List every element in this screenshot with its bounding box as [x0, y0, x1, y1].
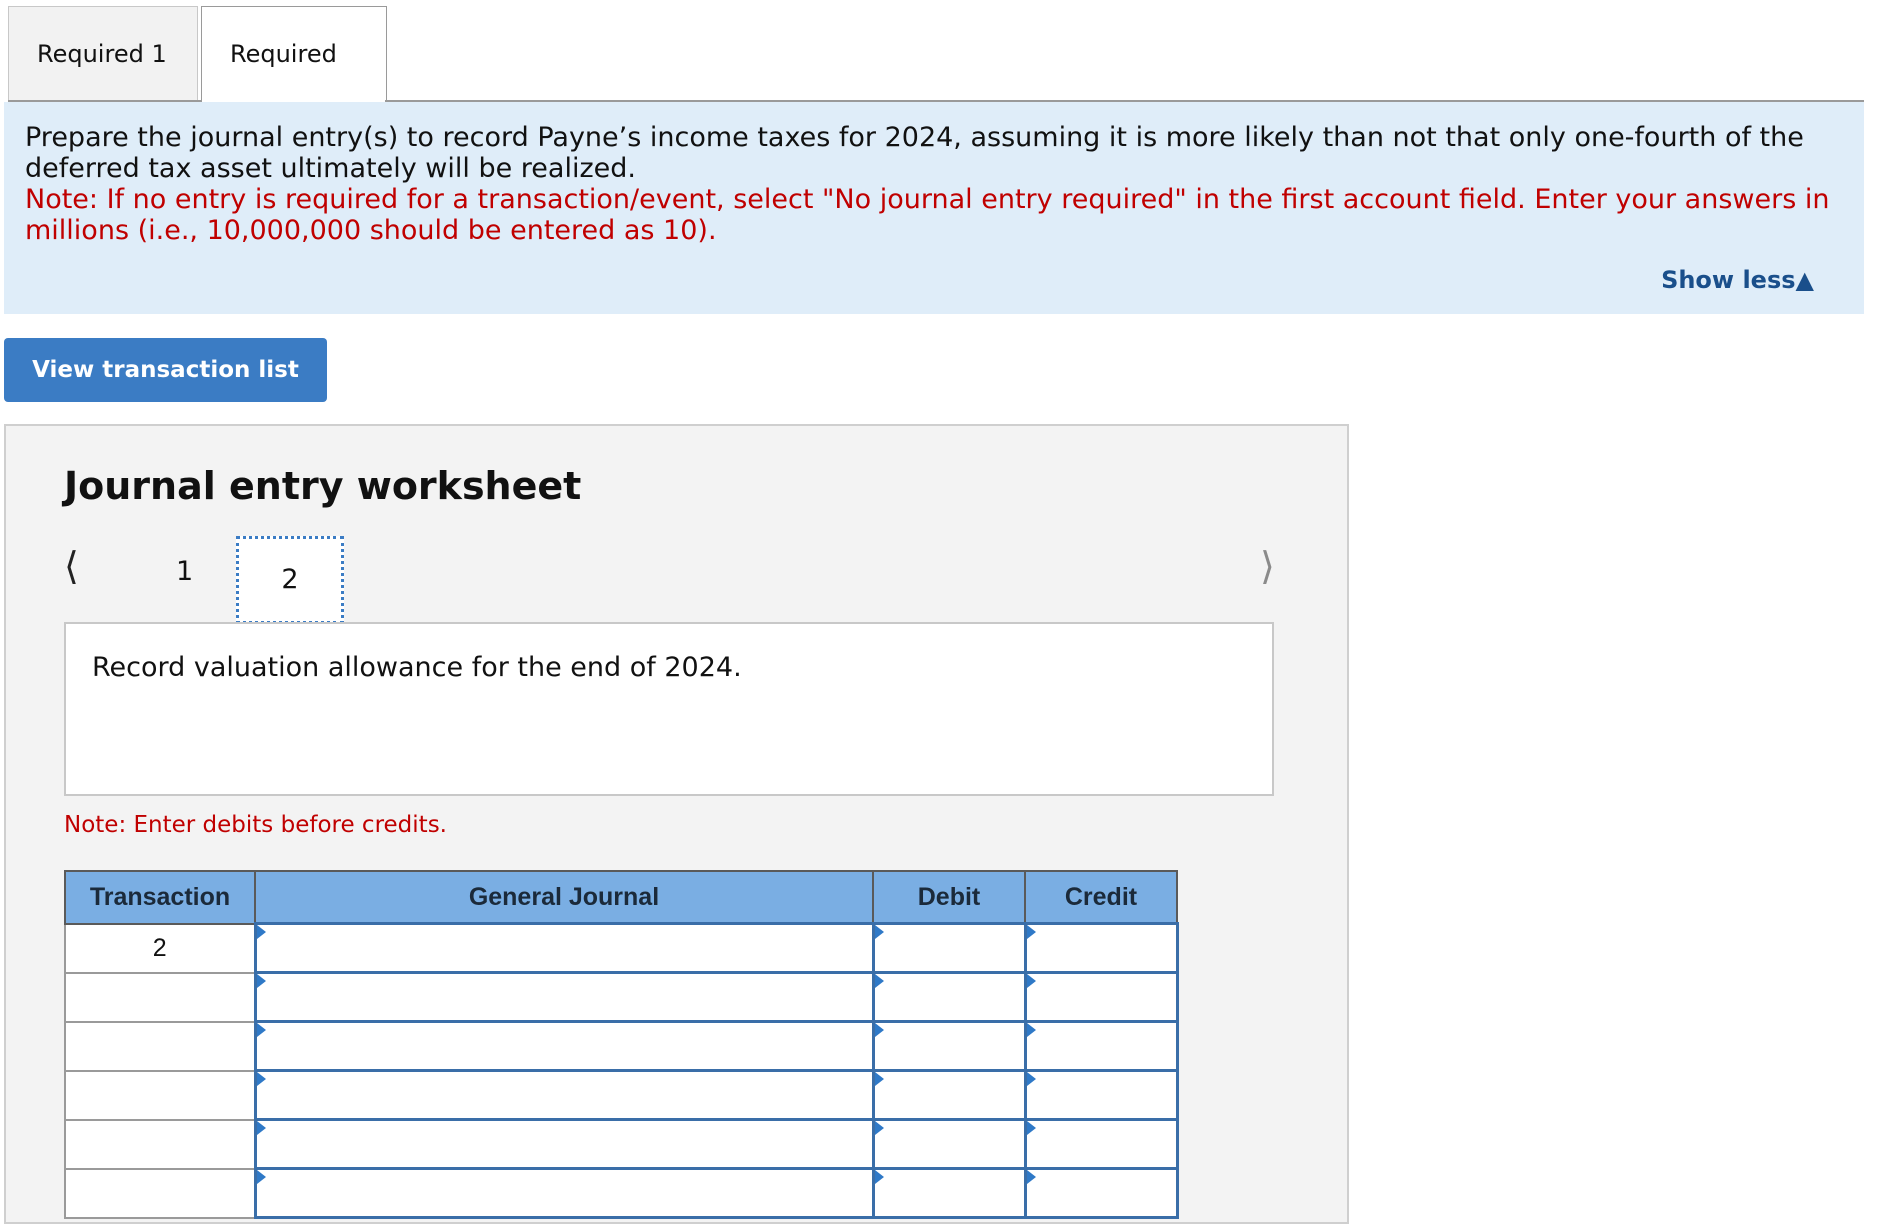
account-select[interactable]	[253, 1069, 875, 1121]
debit-input[interactable]	[871, 1069, 1027, 1121]
account-select[interactable]	[253, 1020, 875, 1072]
credit-input[interactable]	[1023, 971, 1179, 1023]
chevron-right-icon[interactable]: ⟩	[1260, 544, 1275, 588]
worksheet-title: Journal entry worksheet	[64, 464, 582, 508]
credit-input[interactable]	[1023, 1118, 1179, 1170]
transaction-cell	[64, 1167, 256, 1219]
tab-required-1[interactable]: Required 1	[8, 6, 198, 100]
table-row	[64, 1020, 1179, 1072]
account-select[interactable]	[253, 971, 875, 1023]
credit-input[interactable]	[1023, 1167, 1179, 1219]
account-select[interactable]	[253, 1167, 875, 1219]
tab-required-2[interactable]: Required 2	[201, 6, 387, 162]
transaction-cell	[64, 1020, 256, 1072]
account-select[interactable]	[253, 1118, 875, 1170]
journal-header-row: Transaction General Journal Debit Credit	[64, 870, 1178, 925]
transaction-cell	[64, 971, 256, 1023]
instructions-note: Note: If no entry is required for a tran…	[25, 184, 1830, 246]
header-credit: Credit	[1024, 870, 1178, 925]
credit-input[interactable]	[1023, 1020, 1179, 1072]
table-row	[64, 971, 1179, 1023]
debit-input[interactable]	[871, 1020, 1027, 1072]
view-transaction-list-button[interactable]: View transaction list	[4, 338, 327, 402]
credit-input[interactable]	[1023, 922, 1179, 974]
transaction-description: Record valuation allowance for the end o…	[64, 622, 1274, 796]
debit-credit-note: Note: Enter debits before credits.	[64, 812, 447, 838]
journal-table: Transaction General Journal Debit Credit…	[64, 870, 1179, 1219]
transaction-cell: 2	[64, 922, 256, 974]
credit-input[interactable]	[1023, 1069, 1179, 1121]
page-1-button[interactable]: 1	[176, 556, 193, 587]
instructions-panel: Prepare the journal entry(s) to record P…	[4, 102, 1864, 314]
triangle-up-icon: ▲	[1795, 266, 1814, 294]
transaction-cell	[64, 1069, 256, 1121]
header-debit: Debit	[872, 870, 1026, 925]
header-general-journal: General Journal	[254, 870, 874, 925]
debit-input[interactable]	[871, 1167, 1027, 1219]
question-text: Prepare the journal entry(s) to record P…	[25, 122, 1804, 184]
account-select[interactable]	[253, 922, 875, 974]
transaction-cell	[64, 1118, 256, 1170]
table-row	[64, 1069, 1179, 1121]
table-row	[64, 1118, 1179, 1170]
table-row: 2	[64, 922, 1179, 974]
debit-input[interactable]	[871, 922, 1027, 974]
page-2-button[interactable]: 2	[236, 536, 344, 624]
chevron-left-icon[interactable]: ⟨	[64, 544, 79, 588]
header-transaction: Transaction	[64, 870, 256, 925]
debit-input[interactable]	[871, 971, 1027, 1023]
show-less-label: Show less	[1661, 266, 1796, 294]
debit-input[interactable]	[871, 1118, 1027, 1170]
show-less-link[interactable]: Show less▲	[1661, 265, 1814, 296]
table-row	[64, 1167, 1179, 1219]
journal-entry-worksheet: Journal entry worksheet ⟨ 1 2 ⟩ Record v…	[4, 424, 1349, 1224]
